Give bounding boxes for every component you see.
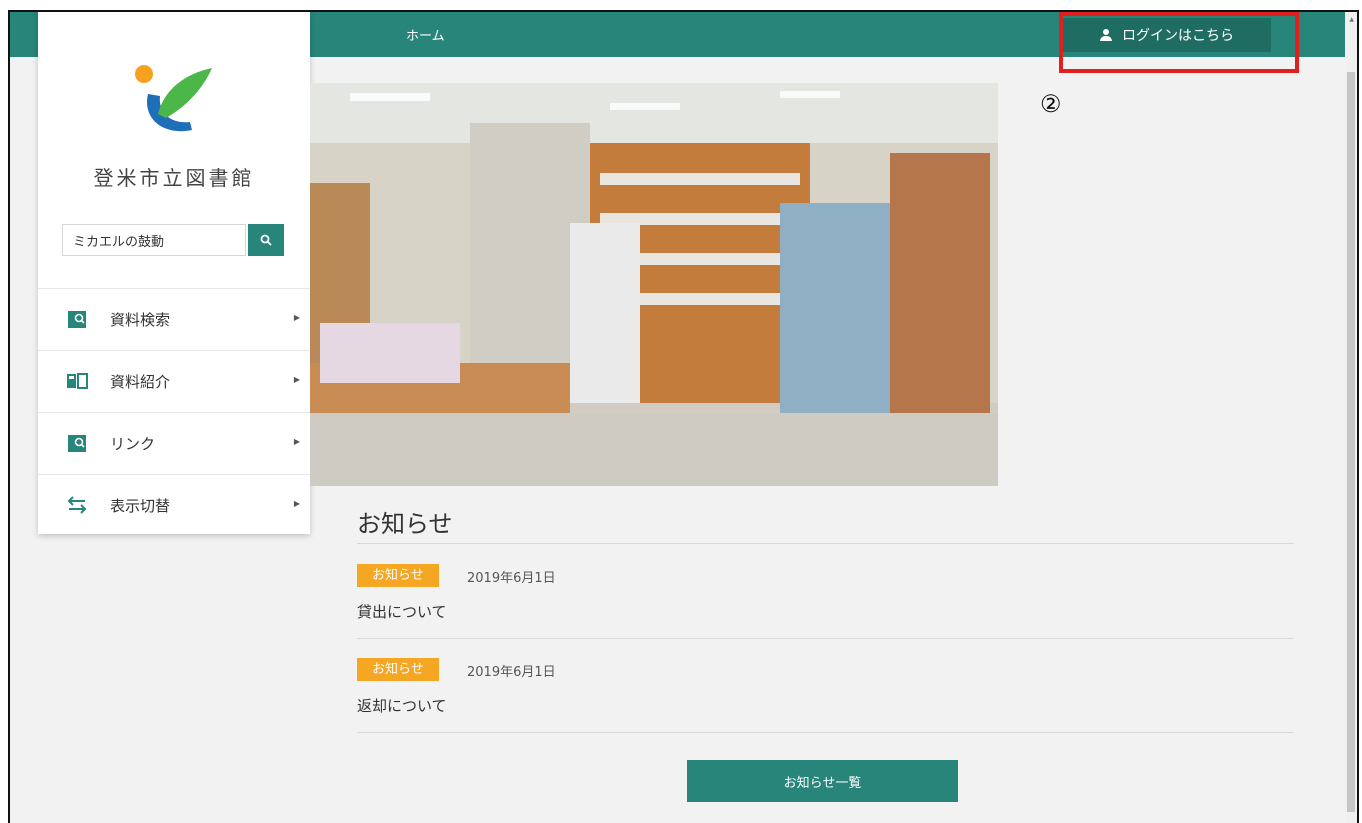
sidebar-item-display-switch[interactable]: 表示切替 ▶	[38, 474, 310, 536]
library-logo	[135, 65, 212, 132]
news-title-link[interactable]: 貸出について	[357, 601, 447, 622]
sidebar-item-material-intro[interactable]: 資料紹介 ▶	[38, 350, 310, 412]
chevron-right-icon: ▶	[293, 313, 300, 322]
sidebar-item-links[interactable]: リンク ▶	[38, 412, 310, 474]
sidebar-item-label: リンク	[110, 435, 156, 453]
news-date: 2019年6月1日	[467, 665, 556, 680]
search-book-icon	[68, 435, 86, 452]
news-list-button[interactable]: お知らせ一覧	[687, 760, 958, 802]
chevron-right-icon: ▶	[293, 437, 300, 446]
sidebar-item-material-search[interactable]: 資料検索 ▶	[38, 288, 310, 350]
library-name: 登米市立図書館	[93, 166, 255, 190]
hero-image-library-interior	[310, 83, 998, 486]
annotation-highlight-box	[1059, 12, 1299, 73]
news-title-link[interactable]: 返却について	[357, 695, 447, 716]
divider	[357, 543, 1294, 544]
home-link[interactable]: ホーム	[406, 25, 445, 44]
search-input[interactable]	[62, 224, 246, 256]
news-badge: お知らせ	[357, 658, 439, 681]
hero-photo	[310, 83, 998, 486]
news-heading: お知らせ	[357, 510, 453, 538]
search-icon	[260, 234, 272, 246]
divider	[357, 732, 1294, 733]
search-book-icon	[68, 311, 86, 328]
chevron-right-icon: ▶	[293, 375, 300, 384]
switch-arrows-icon	[67, 496, 87, 514]
scrollbar[interactable]: ▲	[1345, 12, 1357, 823]
open-book-icon	[67, 373, 88, 389]
sidebar-item-label: 資料紹介	[110, 373, 171, 391]
scroll-up-icon[interactable]: ▲	[1349, 16, 1354, 23]
scrollbar-thumb[interactable]	[1347, 72, 1355, 812]
search-button[interactable]	[248, 224, 284, 256]
divider	[357, 638, 1294, 639]
sidebar-menu: 資料検索 ▶ 資料紹介 ▶ リンク ▶ 表示切替 ▶	[38, 288, 310, 536]
chevron-right-icon: ▶	[293, 499, 300, 508]
sidebar: 登米市立図書館 資料検索 ▶	[38, 12, 310, 534]
news-date: 2019年6月1日	[467, 571, 556, 586]
sidebar-item-label: 表示切替	[110, 497, 171, 515]
news-badge: お知らせ	[357, 564, 439, 587]
search-bar	[62, 224, 284, 258]
sidebar-item-label: 資料検索	[110, 311, 171, 329]
browser-page: ホーム ログインはこちら ② 登米市立図書館 ミカエルの鼓動 資料検索 ▶ 資料…	[8, 10, 1359, 823]
annotation-marker: ②	[1040, 90, 1062, 118]
